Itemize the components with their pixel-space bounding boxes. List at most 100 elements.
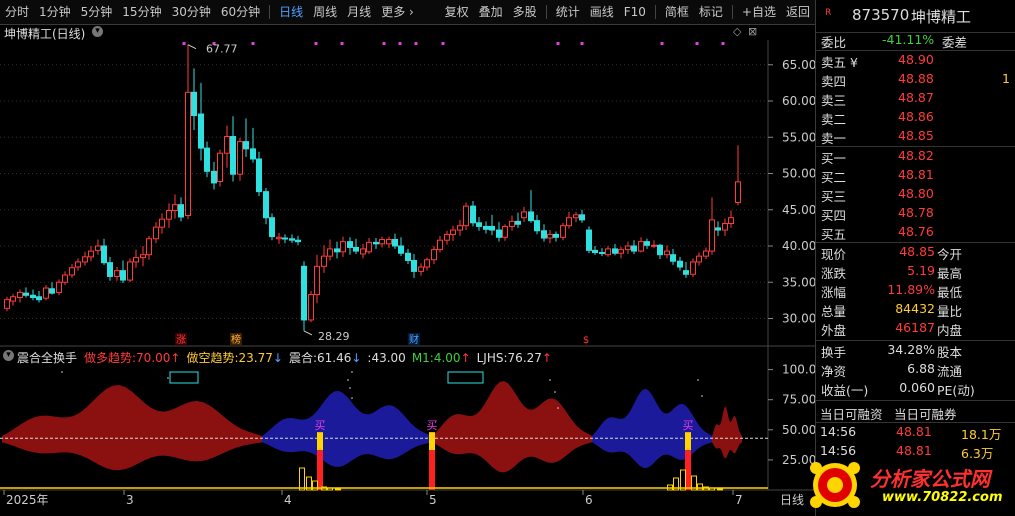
asks-label: 卖一: [821, 131, 847, 146]
stat-label: 内盘: [937, 323, 963, 338]
y-tick-label: 30.00: [782, 312, 815, 326]
logo-text: 分析家公式网: [870, 467, 990, 491]
candle-body: [4, 299, 10, 309]
indicator-item: M1:4.00↑: [412, 351, 471, 365]
event-marker[interactable]: $: [583, 335, 589, 346]
tick-time: 14:56: [820, 424, 857, 439]
bids-label: 买一: [821, 151, 847, 166]
stat-label: 股本: [937, 345, 963, 360]
candle-body: [256, 158, 262, 193]
candle-body: [75, 261, 81, 268]
stat-row: 现价 48.85 今开: [816, 243, 1015, 262]
candle-body: [120, 270, 126, 281]
stat-label: 外盘: [821, 323, 847, 338]
candle-body: [722, 223, 728, 231]
candle-body: [43, 287, 49, 299]
logo-url: www.70822.com: [882, 490, 1003, 505]
signal-dot: [251, 42, 255, 45]
x-tick-label: 6: [585, 493, 593, 507]
bearish-band: [262, 390, 432, 468]
candle-body: [715, 227, 721, 231]
signal-dot: [61, 371, 63, 373]
quote-header: R 873570 坤博精工: [816, 0, 1015, 33]
candle-body: [509, 220, 515, 227]
candle-body: [269, 217, 275, 238]
candle-body: [605, 248, 611, 256]
buy-signal-label: 买: [683, 419, 694, 432]
indicator-item-label: LJHS:: [476, 351, 508, 365]
candle-body: [36, 296, 42, 301]
chart-area: 65.00 60.00 55.00 50.00 45.00 40.00 35.00 30.00…: [0, 40, 815, 507]
candle-body: [276, 236, 282, 240]
candle-body: [703, 250, 709, 257]
bids-row: 买一 48.82: [816, 147, 1015, 166]
candle-body: [573, 214, 579, 219]
candle-body: [625, 245, 631, 251]
bids-price: 48.81: [898, 167, 934, 182]
trend-arrow-icon: ↓: [351, 351, 362, 365]
stat-value: 11.89%: [887, 282, 935, 297]
candle-body: [263, 191, 269, 219]
asks-label: 卖五 ¥: [821, 55, 858, 70]
candle-body: [23, 292, 29, 296]
candle-body: [230, 136, 236, 175]
signal-box: [169, 371, 199, 384]
candle-body: [153, 226, 159, 240]
signal-dot: [347, 379, 349, 381]
weibi-label: 委比: [821, 35, 847, 50]
signal-dot: [382, 42, 386, 45]
indicator-item-value: 43.00: [371, 351, 406, 365]
y-tick-label: 40.00: [782, 239, 815, 253]
candle-body: [386, 238, 392, 245]
bullish-band: [432, 381, 592, 473]
asks-price: 48.86: [898, 109, 934, 124]
signal-dot: [414, 42, 418, 45]
indicator-y-tick-label: 75.00: [782, 393, 815, 407]
candle-body: [677, 260, 683, 268]
candle-body: [166, 209, 172, 220]
signal-dot: [557, 407, 559, 409]
candle-body: [185, 91, 191, 217]
candle-body: [366, 241, 372, 253]
candle-body: [528, 211, 534, 222]
stat-label: 涨跌: [821, 266, 847, 281]
candle-body: [133, 257, 139, 263]
candle-body: [237, 141, 243, 175]
candle-body: [17, 291, 23, 298]
stat-row: 涨跌 5.19 最高: [816, 262, 1015, 281]
indicator-item-label: 做多趋势:: [84, 351, 137, 365]
candle-body: [62, 274, 68, 283]
chevron-down-icon[interactable]: ▾: [3, 350, 14, 361]
event-marker[interactable]: 财: [409, 333, 419, 346]
y-tick-label: 35.00: [782, 275, 815, 289]
candle-body: [95, 245, 101, 251]
indicator-item-label: M1:: [411, 351, 434, 365]
candle-body: [82, 256, 88, 263]
buy-bar-top: [429, 432, 435, 450]
candle-body: [541, 230, 547, 239]
stat-label: 流通: [937, 364, 963, 379]
indicator-item: 做空趋势:23.77↓: [186, 351, 282, 365]
candle-body: [146, 238, 152, 256]
indicator-y-tick-label: 50.00: [782, 423, 815, 437]
volume-bar: [335, 488, 341, 491]
stat-row: 总量 84432 量比: [816, 300, 1015, 319]
tick-volume: 18.1万: [961, 427, 1002, 442]
signal-dot: [554, 391, 556, 393]
event-marker[interactable]: 涨: [176, 334, 186, 346]
event-marker[interactable]: 榜: [231, 333, 241, 346]
candle-body: [178, 204, 184, 218]
signal-box: [447, 371, 484, 384]
candle-body: [127, 261, 133, 281]
asks-price: 48.90: [898, 52, 934, 67]
stock-name: 坤博精工: [911, 8, 972, 26]
y-tick-label: 50.00: [782, 167, 815, 181]
candle-body: [198, 113, 204, 149]
margin-short-label: 当日可融券: [894, 407, 957, 422]
candle-body: [496, 229, 502, 238]
candle-body: [405, 252, 411, 261]
badge: R: [825, 8, 832, 18]
candle-body: [353, 246, 359, 252]
stat-label: 现价: [821, 247, 847, 262]
margin-financing-label: 当日可融资: [820, 407, 883, 422]
